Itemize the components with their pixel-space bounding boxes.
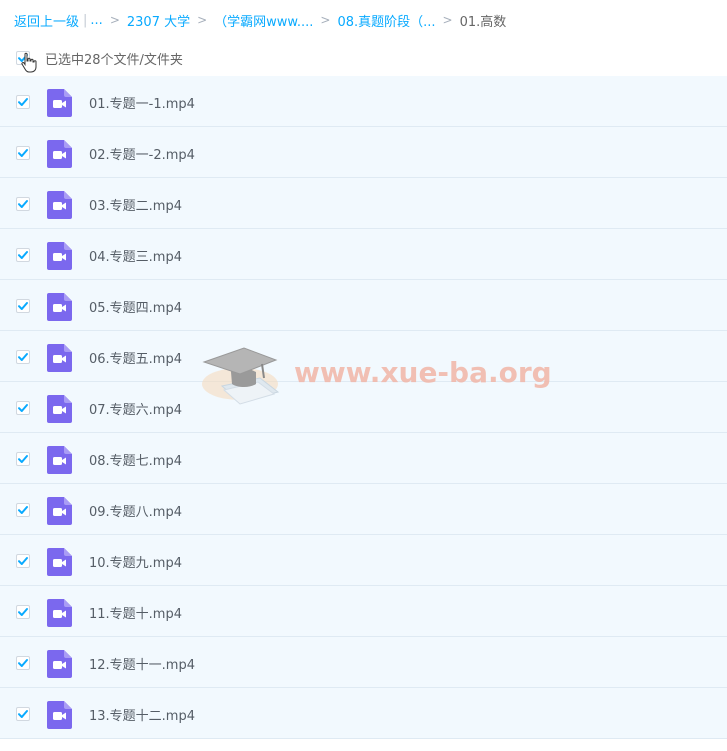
file-row[interactable]: 13.专题十二.mp4 (0, 688, 727, 739)
chevron-right-icon: > (197, 13, 208, 27)
video-file-icon (47, 548, 72, 576)
checkmark-icon (18, 404, 28, 412)
file-name[interactable]: 03.专题二.mp4 (89, 195, 182, 214)
file-row[interactable]: 08.专题七.mp4 (0, 433, 727, 484)
video-file-icon (47, 650, 72, 678)
breadcrumb-divider: | (83, 12, 88, 28)
file-checkbox[interactable] (16, 554, 30, 568)
breadcrumb-item-university[interactable]: 2307 大学 (127, 11, 190, 30)
file-row[interactable]: 09.专题八.mp4 (0, 484, 727, 535)
video-file-icon (47, 293, 72, 321)
back-link[interactable]: 返回上一级 (14, 11, 79, 30)
file-row[interactable]: 10.专题九.mp4 (0, 535, 727, 586)
file-checkbox[interactable] (16, 248, 30, 262)
checkmark-icon (18, 608, 28, 616)
video-file-icon (47, 395, 72, 423)
video-file-icon (47, 242, 72, 270)
file-checkbox[interactable] (16, 197, 30, 211)
checkmark-icon (18, 353, 28, 361)
chevron-right-icon: > (320, 13, 331, 27)
breadcrumb: 返回上一级 | ... > 2307 大学 > （学霸网www.... > 08… (14, 11, 507, 30)
video-file-icon (47, 497, 72, 525)
video-file-icon (47, 89, 72, 117)
checkmark-icon (18, 659, 28, 667)
video-file-icon (47, 599, 72, 627)
file-row[interactable]: 02.专题一-2.mp4 (0, 127, 727, 178)
checkmark-icon (18, 557, 28, 565)
checkmark-icon (18, 149, 28, 157)
file-checkbox[interactable] (16, 401, 30, 415)
file-row[interactable]: 12.专题十一.mp4 (0, 637, 727, 688)
select-all-checkbox[interactable] (16, 51, 30, 65)
file-name[interactable]: 02.专题一-2.mp4 (89, 144, 195, 163)
checkmark-icon (18, 455, 28, 463)
file-name[interactable]: 12.专题十一.mp4 (89, 654, 195, 673)
selection-count-label: 已选中28个文件/文件夹 (45, 53, 183, 68)
checkmark-icon (18, 302, 28, 310)
file-row[interactable]: 11.专题十.mp4 (0, 586, 727, 637)
file-name[interactable]: 09.专题八.mp4 (89, 501, 182, 520)
video-file-icon (47, 140, 72, 168)
chevron-right-icon: > (109, 13, 120, 27)
file-list: 01.专题一-1.mp4 02.专题一-2.mp4 03.专题二.mp4 04.专题三… (0, 76, 727, 739)
video-file-icon (47, 191, 72, 219)
checkmark-icon (18, 200, 28, 208)
file-checkbox[interactable] (16, 452, 30, 466)
file-row[interactable]: 04.专题三.mp4 (0, 229, 727, 280)
file-name[interactable]: 10.专题九.mp4 (89, 552, 182, 571)
breadcrumb-item-current: 01.高数 (459, 14, 507, 30)
file-checkbox[interactable] (16, 350, 30, 364)
selection-bar: 已选中28个文件/文件夹 (0, 45, 727, 73)
file-checkbox[interactable] (16, 605, 30, 619)
checkmark-icon (18, 54, 28, 62)
file-row[interactable]: 05.专题四.mp4 (0, 280, 727, 331)
file-row[interactable]: 03.专题二.mp4 (0, 178, 727, 229)
file-name[interactable]: 06.专题五.mp4 (89, 348, 182, 367)
file-name[interactable]: 05.专题四.mp4 (89, 297, 182, 316)
file-name[interactable]: 07.专题六.mp4 (89, 399, 182, 418)
file-name[interactable]: 01.专题一-1.mp4 (89, 93, 195, 112)
video-file-icon (47, 344, 72, 372)
file-checkbox[interactable] (16, 656, 30, 670)
file-checkbox[interactable] (16, 503, 30, 517)
file-row[interactable]: 01.专题一-1.mp4 (0, 76, 727, 127)
file-checkbox[interactable] (16, 299, 30, 313)
video-file-icon (47, 446, 72, 474)
file-row[interactable]: 07.专题六.mp4 (0, 382, 727, 433)
file-checkbox[interactable] (16, 146, 30, 160)
breadcrumb-item-stage[interactable]: 08.真题阶段（... (337, 11, 435, 30)
file-name[interactable]: 13.专题十二.mp4 (89, 705, 195, 724)
file-name[interactable]: 11.专题十.mp4 (89, 603, 182, 622)
file-checkbox[interactable] (16, 95, 30, 109)
chevron-right-icon: > (442, 13, 453, 27)
checkmark-icon (18, 251, 28, 259)
breadcrumb-item-xueba[interactable]: （学霸网www.... (214, 11, 313, 30)
checkmark-icon (18, 710, 28, 718)
file-name[interactable]: 04.专题三.mp4 (89, 246, 182, 265)
video-file-icon (47, 701, 72, 729)
checkmark-icon (18, 98, 28, 106)
file-row[interactable]: 06.专题五.mp4 (0, 331, 727, 382)
checkmark-icon (18, 506, 28, 514)
breadcrumb-ellipsis[interactable]: ... (90, 13, 102, 28)
file-name[interactable]: 08.专题七.mp4 (89, 450, 182, 469)
file-checkbox[interactable] (16, 707, 30, 721)
